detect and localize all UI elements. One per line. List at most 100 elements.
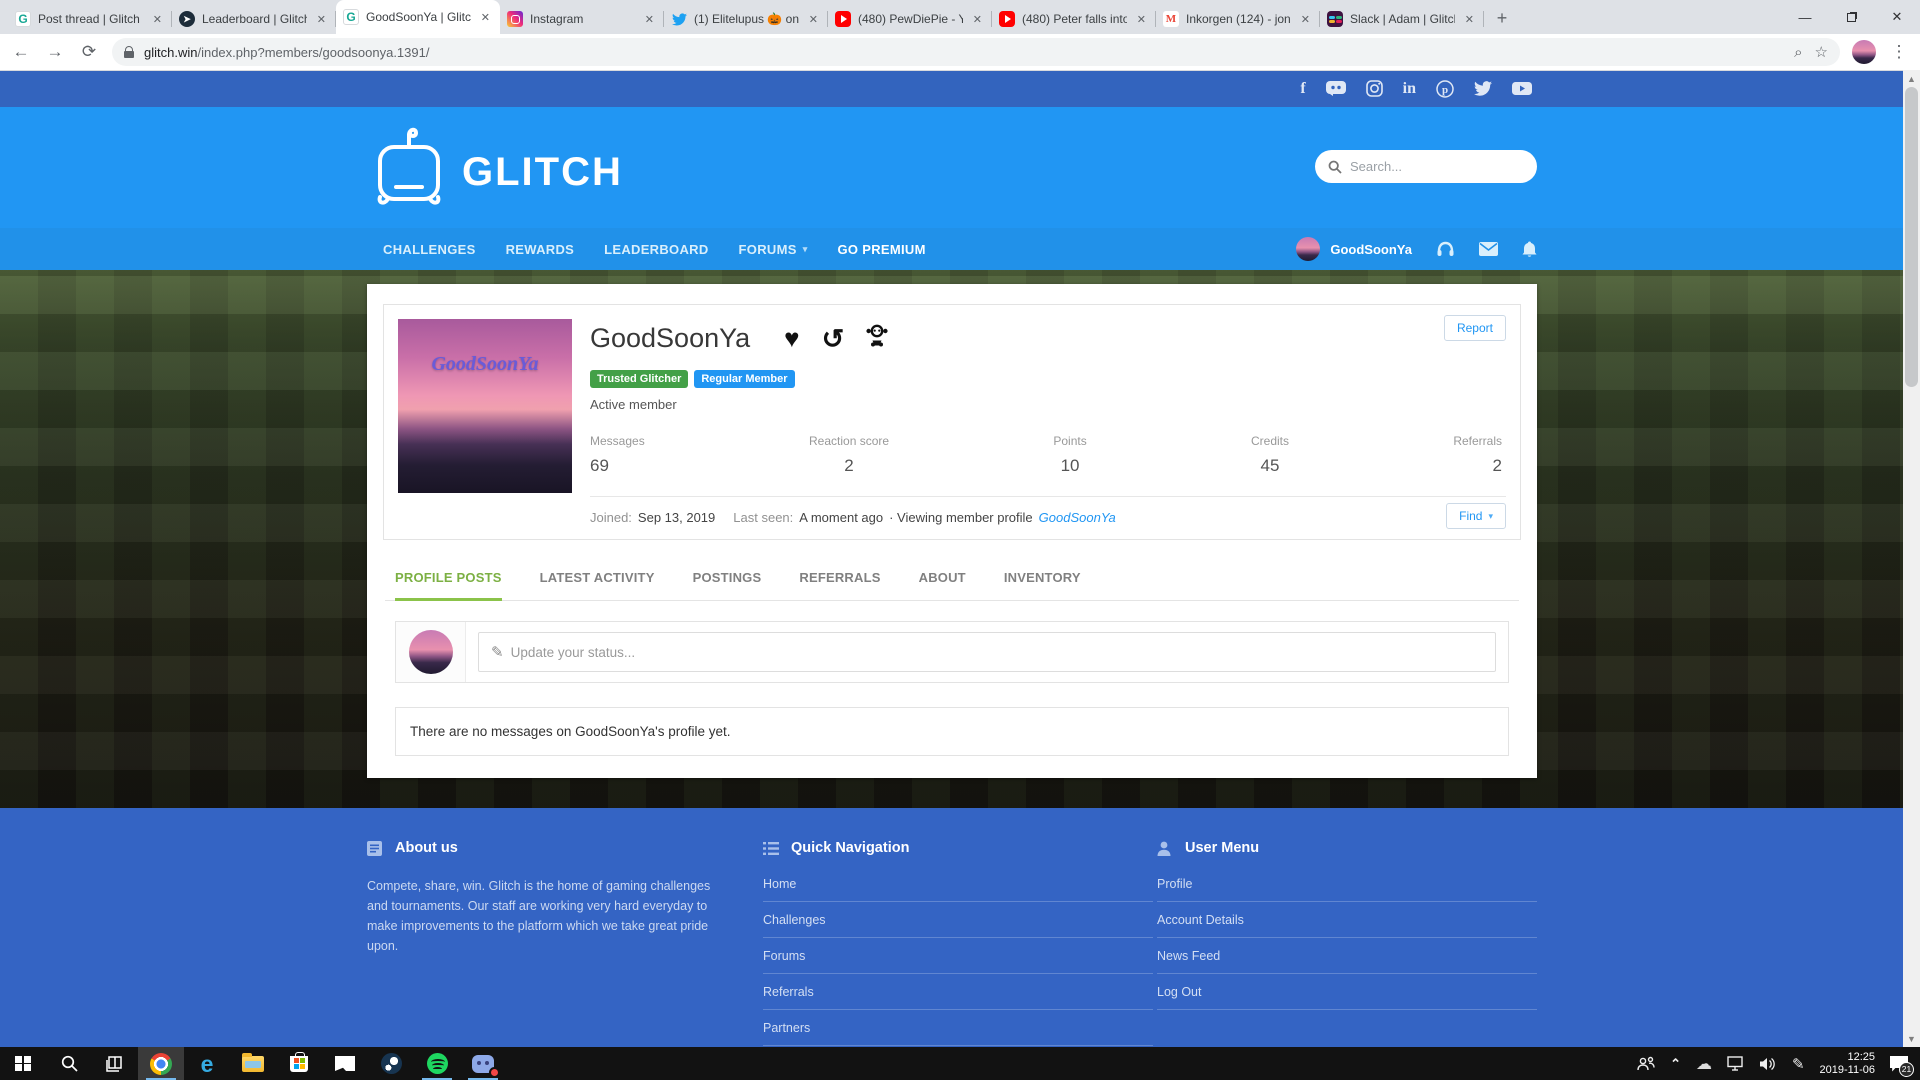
close-icon[interactable]: ✕ [1462,12,1477,27]
close-icon[interactable]: ✕ [1134,12,1149,27]
taskbar-explorer-button[interactable] [230,1047,276,1080]
footer-link-account-details[interactable]: Account Details [1157,902,1537,938]
viewing-profile-link[interactable]: GoodSoonYa [1039,510,1116,525]
taskbar-search-button[interactable] [46,1047,92,1080]
taskbar-store-button[interactable] [276,1047,322,1080]
undo-icon[interactable]: ↺ [822,329,845,349]
messages-envelope-icon[interactable] [1479,242,1498,256]
minimize-button[interactable]: — [1782,0,1828,34]
baby-icon[interactable] [866,324,888,353]
forward-icon[interactable]: → [44,42,66,62]
nav-forums[interactable]: FORUMS▾ [739,242,808,257]
tab-about[interactable]: ABOUT [919,564,966,600]
chevron-up-icon[interactable]: ⌃ [1670,1056,1681,1072]
browser-tab[interactable]: M Inkorgen (124) - jonasg ✕ [1156,4,1320,34]
linkedin-icon[interactable]: in [1403,79,1416,99]
footer-link-profile[interactable]: Profile [1157,866,1537,902]
url-input[interactable]: glitch.win/index.php?members/goodsoonya.… [112,38,1840,66]
browser-tab[interactable]: ➤ Leaderboard | Glitch - C ✕ [172,4,336,34]
nav-leaderboard[interactable]: LEADERBOARD [604,242,708,257]
status-input[interactable]: ✎ Update your status... [478,632,1496,672]
taskbar-steam-button[interactable] [368,1047,414,1080]
close-icon[interactable]: ✕ [314,12,329,27]
close-icon[interactable]: ✕ [642,12,657,27]
reload-icon[interactable]: ⟳ [78,42,100,62]
taskbar-edge-button[interactable]: e [184,1047,230,1080]
zoom-icon[interactable]: ⌕ [1794,44,1802,61]
tab-inventory[interactable]: INVENTORY [1004,564,1081,600]
footer-link-news-feed[interactable]: News Feed [1157,938,1537,974]
heart-icon[interactable]: ♥ [784,323,799,354]
stat-value[interactable]: 10 [1053,456,1086,476]
browser-menu-icon[interactable]: ⋮ [1888,42,1910,62]
stat-value[interactable]: 45 [1251,456,1289,476]
twitter-icon[interactable] [1474,79,1492,99]
site-search-input[interactable]: Search... [1315,150,1537,183]
browser-scrollbar[interactable]: ▲ ▼ [1903,70,1920,1047]
close-icon[interactable]: ✕ [478,10,493,25]
taskbar-spotify-button[interactable] [414,1047,460,1080]
browser-tab[interactable]: Slack | Adam | Glitch | 1 ✕ [1320,4,1484,34]
footer-link-log-out[interactable]: Log Out [1157,974,1537,1010]
profile-avatar[interactable]: GoodSoonYa [398,319,572,493]
people-icon[interactable] [1637,1056,1655,1071]
taskbar-chrome-button[interactable] [138,1047,184,1080]
browser-tab-active[interactable]: G GoodSoonYa | Glitch - C ✕ [336,0,500,34]
footer-link-referrals[interactable]: Referrals [763,974,1153,1010]
restore-button[interactable] [1828,0,1874,34]
close-icon[interactable]: ✕ [150,12,165,27]
footer-link-forums[interactable]: Forums [763,938,1153,974]
browser-tab[interactable]: (480) PewDiePie - YouT ✕ [828,4,992,34]
footer-link-partners[interactable]: Partners [763,1010,1153,1046]
nav-user-avatar[interactable] [1296,237,1320,261]
tab-latest-activity[interactable]: LATEST ACTIVITY [540,564,655,600]
nav-rewards[interactable]: REWARDS [506,242,575,257]
tab-referrals[interactable]: REFERRALS [799,564,880,600]
report-button[interactable]: Report [1444,315,1506,341]
footer-link-challenges[interactable]: Challenges [763,902,1153,938]
onedrive-cloud-icon[interactable]: ☁ [1696,1054,1712,1074]
network-icon[interactable] [1727,1056,1745,1071]
back-icon[interactable]: ← [10,42,32,62]
nav-challenges[interactable]: CHALLENGES [383,242,476,257]
browser-profile-avatar[interactable] [1852,40,1876,64]
start-button[interactable] [0,1047,46,1080]
browser-tab[interactable]: G Post thread | Glitch - Co ✕ [8,4,172,34]
nav-go-premium[interactable]: GO PREMIUM [838,242,926,257]
taskbar-clock[interactable]: 12:25 2019-11-06 [1820,1051,1875,1077]
nav-username[interactable]: GoodSoonYa [1330,242,1412,257]
glitch-logo[interactable]: GLITCH [370,125,623,209]
support-headset-icon[interactable] [1436,241,1455,258]
stat-value[interactable]: 2 [1453,456,1502,476]
stat-value[interactable]: 2 [809,456,889,476]
tab-postings[interactable]: POSTINGS [693,564,762,600]
taskbar-discord-button[interactable] [460,1047,506,1080]
scrollbar-thumb[interactable] [1905,87,1918,387]
taskbar-mail-button[interactable] [322,1047,368,1080]
close-icon[interactable]: ✕ [1298,12,1313,27]
close-icon[interactable]: ✕ [806,12,821,27]
scroll-up-arrow[interactable]: ▲ [1903,70,1920,87]
scroll-down-arrow[interactable]: ▼ [1903,1030,1920,1047]
pinterest-icon[interactable]: p [1436,79,1454,99]
close-icon[interactable]: ✕ [970,12,985,27]
task-view-button[interactable] [92,1047,138,1080]
facebook-icon[interactable]: f [1300,79,1305,99]
browser-tab[interactable]: Instagram ✕ [500,4,664,34]
find-button[interactable]: Find▾ [1446,503,1506,529]
action-center-button[interactable]: 21 [1890,1056,1908,1072]
instagram-icon[interactable] [1366,79,1383,99]
close-window-button[interactable]: ✕ [1874,0,1920,34]
bookmark-star-icon[interactable]: ☆ [1815,43,1828,61]
discord-icon[interactable] [1326,79,1346,99]
stat-value[interactable]: 69 [590,456,645,476]
tab-profile-posts[interactable]: PROFILE POSTS [395,564,502,601]
alerts-bell-icon[interactable] [1522,241,1537,258]
browser-tab[interactable]: (480) Peter falls into a c ✕ [992,4,1156,34]
browser-tab[interactable]: (1) Elitelupus 🎃 on Twi ✕ [664,4,828,34]
volume-icon[interactable] [1760,1057,1777,1071]
youtube-icon[interactable] [1512,79,1532,99]
pen-icon[interactable]: ✎ [1792,1055,1805,1073]
footer-link-home[interactable]: Home [763,866,1153,902]
new-tab-button[interactable]: + [1488,4,1516,32]
